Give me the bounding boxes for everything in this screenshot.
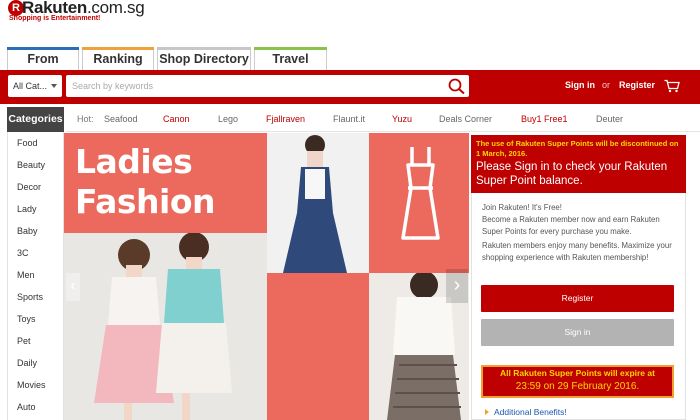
categories-heading: Categories <box>7 107 64 132</box>
hot-label: Hot: <box>77 114 94 124</box>
or-text: or <box>602 80 611 90</box>
hot-keyword-flauntit[interactable]: Flaunt.it <box>333 114 365 124</box>
tab-shop-directory[interactable]: Shop Directory <box>157 47 251 70</box>
register-link[interactable]: Register <box>619 80 655 90</box>
logo-tagline: Shopping is Entertainment! <box>9 15 101 22</box>
category-item-sports[interactable]: Sports <box>17 292 43 302</box>
category-item-pet[interactable]: Pet <box>17 336 31 346</box>
banner-title-line1: Ladies <box>75 142 193 181</box>
hot-keyword-buy1-free1[interactable]: Buy1 Free1 <box>521 114 568 124</box>
signin-button[interactable]: Sign in <box>481 319 674 346</box>
models-photo <box>64 232 267 420</box>
hot-keyword-lego[interactable]: Lego <box>218 114 238 124</box>
tab-ranking[interactable]: Ranking <box>82 47 154 70</box>
chevron-down-icon <box>51 84 57 88</box>
signin-link[interactable]: Sign in <box>565 80 595 90</box>
category-item-baby[interactable]: Baby <box>17 226 38 236</box>
hot-keyword-canon[interactable]: Canon <box>163 114 190 124</box>
ladies-fashion-banner[interactable]: Ladies Fashion ‹ › <box>64 133 469 420</box>
hot-keyword-fjallraven[interactable]: Fjallraven <box>266 114 305 124</box>
cart-icon[interactable] <box>664 79 680 93</box>
category-item-3c[interactable]: 3C <box>17 248 29 258</box>
dress-photo <box>267 133 369 273</box>
category-item-beauty[interactable]: Beauty <box>17 160 45 170</box>
rakuten-logo[interactable]: R Rakuten.com.sg Shopping is Entertainme… <box>8 0 158 26</box>
join-heading: Join Rakuten! It's Free! <box>482 203 562 212</box>
category-item-decor[interactable]: Decor <box>17 182 41 192</box>
hot-keyword-seafood[interactable]: Seafood <box>104 114 138 124</box>
banner-prev-button[interactable]: ‹ <box>66 273 80 301</box>
category-item-men[interactable]: Men <box>17 270 35 280</box>
category-item-daily[interactable]: Daily <box>17 358 37 368</box>
category-item-auto[interactable]: Auto <box>17 402 36 412</box>
bullet-icon <box>485 409 489 415</box>
category-list: Food Beauty Decor Lady Baby 3C Men Sport… <box>7 132 64 420</box>
join-benefits-text: Rakuten members enjoy many benefits. Max… <box>482 241 672 262</box>
category-select-value: All Cat... <box>13 81 48 91</box>
join-description: Become a Rakuten member now and earn Rak… <box>482 215 660 236</box>
hot-keyword-deuter[interactable]: Deuter <box>596 114 623 124</box>
hot-keyword-deals-corner[interactable]: Deals Corner <box>439 114 492 124</box>
banner-next-button[interactable]: › <box>446 269 468 303</box>
tab-from-japan[interactable]: From Japan <box>7 47 79 88</box>
expiry-line-2: 23:59 on 29 February 2016. <box>515 381 640 392</box>
dress-icon <box>401 147 440 240</box>
hot-keyword-yuzu[interactable]: Yuzu <box>392 114 412 124</box>
banner-title-line2: Fashion <box>75 182 216 221</box>
category-item-food[interactable]: Food <box>17 138 38 148</box>
category-item-movies[interactable]: Movies <box>17 380 46 390</box>
signin-prompt-text: Please Sign in to check your Rakuten Sup… <box>476 161 668 187</box>
category-select[interactable]: All Cat... <box>8 75 62 97</box>
register-button[interactable]: Register <box>481 285 674 312</box>
search-icon[interactable] <box>447 77 467 95</box>
tab-travel[interactable]: Travel <box>254 47 327 70</box>
search-input[interactable] <box>66 75 469 97</box>
category-item-lady[interactable]: Lady <box>17 204 37 214</box>
category-item-toys[interactable]: Toys <box>17 314 36 324</box>
expiry-line-1: All Rakuten Super Points will expire at <box>500 368 655 378</box>
banner-title: Ladies Fashion <box>75 142 216 222</box>
points-discontinued-text: The use of Rakuten Super Points will be … <box>476 139 679 158</box>
additional-benefits-link[interactable]: Additional Benefits! <box>494 407 567 417</box>
